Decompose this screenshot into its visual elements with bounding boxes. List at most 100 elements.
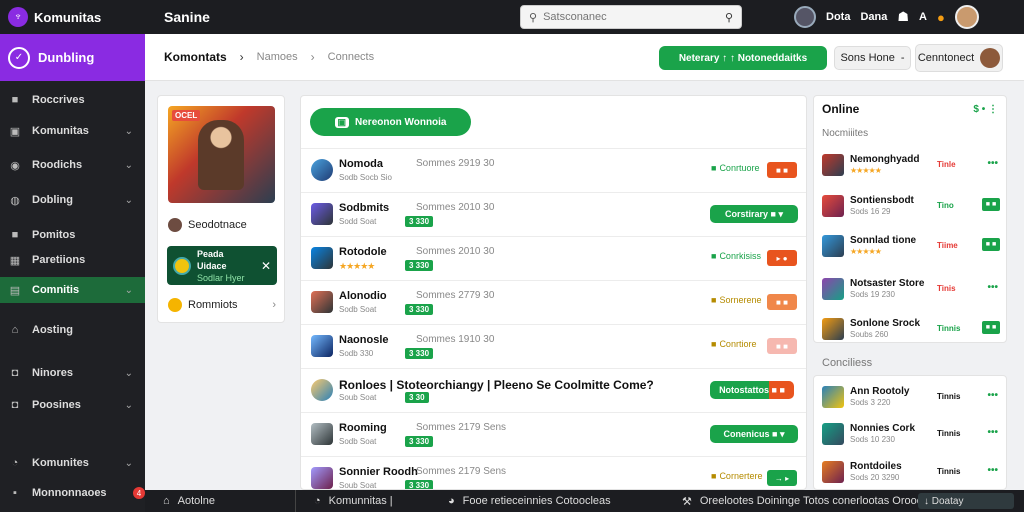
item-action-button[interactable]: ■ ■ [982,238,1000,251]
notification-icon[interactable]: ● [937,10,945,25]
list-item[interactable]: Sodbmits Sodd Soat Sommes 2010 30 3 330 Cors… [301,192,806,236]
item-primary-button[interactable]: Conenicus ■ ▾ [710,425,798,443]
status-dot-icon: ■ [711,471,717,481]
list-item[interactable]: Sonnier Roodh Soub Soat Sommes 2179 Sens 3 … [301,456,806,489]
item-value: Tinis [937,284,956,293]
download-button[interactable]: ↓ Doatay [918,493,1014,509]
list-item[interactable]: Ann Rootoly Sods 3 220 Tinnis ••• [814,378,1008,416]
square-icon: ■ [11,229,19,241]
brand[interactable]: ♆ Komunitas [0,0,145,34]
bottom-item-tools[interactable]: ⚒ Oreelootes Doininge Totos conerlootas … [664,490,931,512]
item-primary-button[interactable]: Corstirary ■ ▾ [710,205,798,223]
bottom-item-community[interactable]: ◔ Komunnitas | [296,490,430,512]
item-subtitle: Sods 16 29 [850,207,891,216]
item-action-button[interactable]: ■ ■ [982,198,1000,211]
new-post-button[interactable]: ▣ Nereonon Wonnoia [310,108,471,136]
sidebar-item[interactable]: ⌂ Aosting [0,317,145,343]
item-subtitle: Sodb Socb Sio [339,173,392,182]
chevron-down-icon: ⌄ [124,284,133,296]
breadcrumb-root[interactable]: Komontats [164,50,227,64]
status-label: ■ Cornertere [711,471,763,481]
bottom-item-feed[interactable]: ◕ Fooe retieceinnies Cotoocleas [430,490,664,512]
chevron-down-icon: ⌄ [124,457,133,469]
item-count-badge: 3 330 [405,216,434,227]
item-meta: Sommes 2179 Sens [416,422,507,433]
item-meta: Sommes 2919 30 [416,158,495,169]
item-action-button[interactable]: ▸ ● [767,250,797,266]
sidebar-item[interactable]: ◍ Dobling ⌄ [0,187,145,213]
sidebar-item[interactable]: ■ Roccrives [0,87,145,113]
sidebar-item[interactable]: ▪ Monnonnaoes 4 [0,480,145,506]
item-action-button[interactable]: ■ ■ [767,162,797,178]
sidebar-item[interactable]: ▤ Comnitis ⌄ [0,277,145,303]
more-options-icon[interactable]: ••• [987,427,998,438]
sons-hone-button[interactable]: Sons Hone - [834,46,911,70]
user-avatar[interactable] [794,6,816,28]
bottom-item-home[interactable]: ⌂ Aotolne [145,490,295,512]
list-item[interactable]: Nonnies Cork Sods 10 230 Tinnis ••• [814,415,1008,453]
letter-a-icon[interactable]: A [919,11,927,23]
list-item[interactable]: Sonlone Srock Soubs 260 Tinnis ■ ■ [814,310,1008,348]
chevron-down-icon: - [900,52,905,64]
controller-icon: ◍ [10,194,20,207]
more-options-icon[interactable]: ••• [987,465,998,476]
item-subtitle: ★★★★★ [850,247,882,256]
search-box[interactable]: ⚲ ⚲ [520,5,742,29]
connect-button[interactable]: Cenntonect [915,44,1003,72]
item-title: Sodbmits [339,202,390,214]
primary-action-button[interactable]: Neterary ↑ ↑ Notoneddaitks [659,46,827,70]
sidebar-item[interactable]: ◘ Poosines ⌄ [0,392,145,418]
sidebar-item-label: Monnonnaoes [32,487,107,499]
online-actions-icon[interactable]: $ • ⋮ [973,104,998,115]
close-icon[interactable]: ✕ [261,259,271,273]
breadcrumb-item[interactable]: Namoes [257,51,298,63]
more-options-icon[interactable]: ••• [987,390,998,401]
list-item[interactable]: Sonnlad tione ★★★★★ Tiime ■ ■ [814,227,1008,265]
bottom-row[interactable]: Rommiots › [168,298,276,312]
list-item[interactable]: Rontdoiles Sods 20 3290 Tinnis ••• [814,453,1008,491]
list-item[interactable]: Sontiensbodt Sods 16 29 Tino ■ ■ [814,187,1008,225]
item-action-button[interactable]: ■ ■ [982,321,1000,334]
list-item[interactable]: Notsaster Store Sods 19 230 Tinis ••• [814,270,1008,308]
user-name[interactable]: Dota [826,11,850,23]
status-label: ■ Conrtuore [711,163,760,173]
game-thumbnail [311,247,333,269]
people-icon[interactable]: ☗ [897,9,909,25]
list-item[interactable]: Rotodole ★★★★★ Sommes 2010 30 3 330 ■ Conrkis… [301,236,806,280]
user-tag[interactable]: Dana [860,11,887,23]
sidebar-item[interactable]: ▣ Komunitas ⌄ [0,118,145,144]
featured-card[interactable]: Peada Uidace Sodlar Hyer ✕ [167,246,277,285]
list-item[interactable]: Rooming Sodb Soat Sommes 2179 Sens 3 330 Con… [301,412,806,456]
sidebar-item-label: Poosines [32,399,81,411]
sidebar-item[interactable]: ◔ Komunites ⌄ [0,450,145,476]
sidebar-item[interactable]: ▦ Paretiions [0,247,145,273]
more-options-icon[interactable]: ••• [987,158,998,169]
status-dot-icon: ■ [711,163,717,173]
game-thumbnail [311,159,333,181]
list-item[interactable]: Nemonghyadd ★★★★★ Tinle ••• [814,146,1008,184]
item-subtitle: ★★★★★ [850,166,882,175]
sidebar-item[interactable]: ■ Pomitos [0,222,145,248]
profile-avatar[interactable] [954,5,979,29]
item-title: Notsaster Store [850,278,925,289]
item-action-button[interactable]: → ▸ [767,470,797,486]
search-input[interactable] [543,11,719,23]
breadcrumb-item[interactable]: Connects [328,51,374,63]
list-item[interactable]: Nomoda Sodb Socb Sio Sommes 2919 30 ■ Conrtu… [301,148,806,192]
list-item[interactable]: Naonosle Sodb 330 Sommes 1910 30 3 330 ■ Conr… [301,324,806,368]
search-submit-icon[interactable]: ⚲ [725,11,733,24]
list-item[interactable]: Alonodio Sodb Soat Sommes 2779 30 3 330 ■ Sor… [301,280,806,324]
game-cover-image[interactable]: OCEL [168,106,275,203]
item-primary-button[interactable]: Notostattos ■ ■ [710,381,794,399]
search-icon: ⚲ [529,11,538,24]
item-count-badge: 3 330 [405,480,434,489]
list-item[interactable]: Ronloes | Stoteorchiangy | Pleeno Se Coo… [301,368,806,412]
item-action-button[interactable]: ■ ■ [767,294,797,310]
sidebar-header[interactable]: ✓ Dunbling [0,34,145,81]
status-label: ■ Conrkisiss [711,251,761,261]
sidebar-item[interactable]: ◉ Roodichs ⌄ [0,152,145,178]
more-options-icon[interactable]: ••• [987,282,998,293]
sidebar-item[interactable]: ◘ Ninores ⌄ [0,360,145,386]
item-action-button[interactable]: ■ ■ [767,338,797,354]
user-row[interactable]: Seodotnace [168,218,247,232]
